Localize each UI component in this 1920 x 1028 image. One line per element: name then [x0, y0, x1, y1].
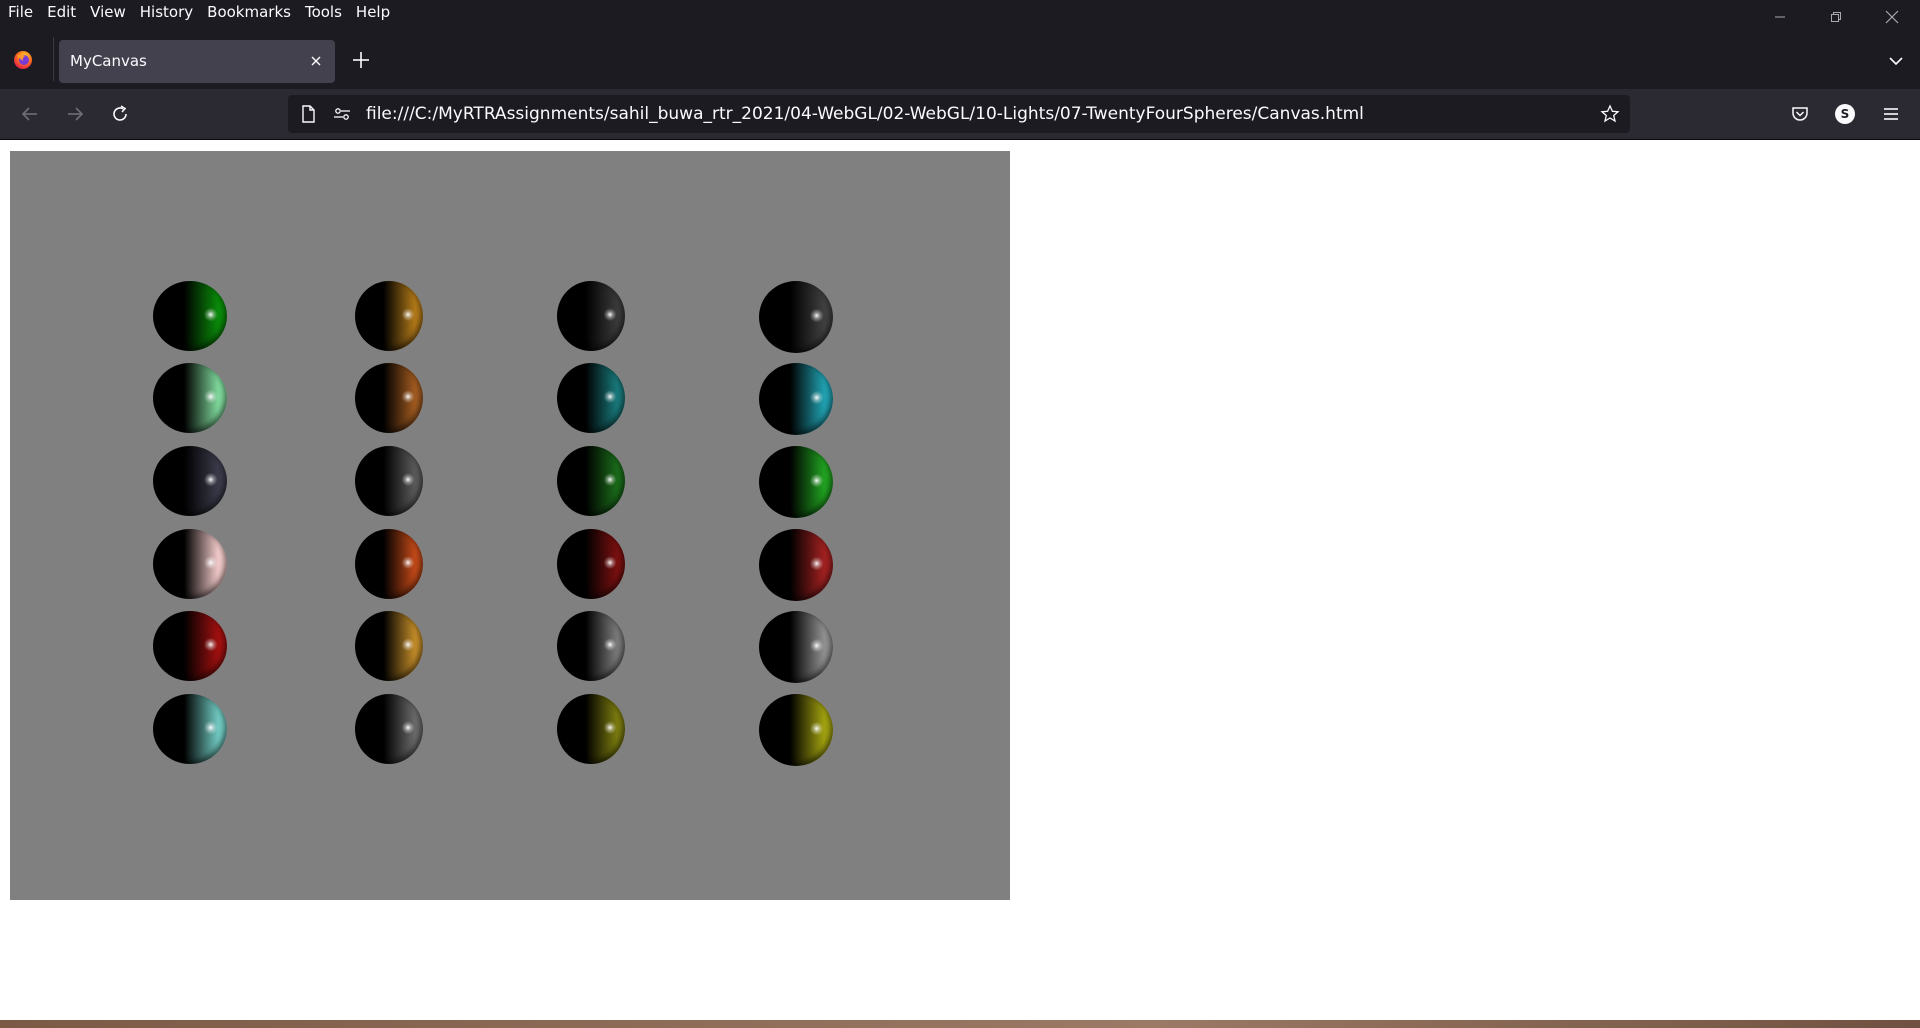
sphere-r4-c2	[355, 529, 423, 599]
close-icon	[1885, 10, 1899, 24]
sphere-r3-c1	[153, 446, 227, 516]
page-document-icon[interactable]	[298, 104, 318, 124]
sphere-r3-c4	[759, 446, 833, 518]
menu-tools[interactable]: Tools	[298, 0, 349, 27]
tab-close-icon[interactable]	[307, 52, 325, 70]
sphere-r4-c4	[759, 529, 833, 601]
pocket-icon[interactable]	[1789, 103, 1811, 125]
new-tab-icon[interactable]	[350, 49, 372, 71]
sphere-r2-c3	[557, 363, 625, 433]
page-content	[0, 140, 1920, 1020]
sphere-r6-c2	[355, 694, 423, 764]
sphere-r4-c3	[557, 529, 625, 599]
chevron-down-icon[interactable]	[1886, 51, 1906, 71]
menu-bar: File Edit View History Bookmarks Tools H…	[0, 0, 1920, 27]
sphere-r6-c3	[557, 694, 625, 764]
sphere-r1-c2	[355, 281, 423, 351]
sphere-r2-c1	[153, 363, 227, 433]
permissions-sliders-icon[interactable]	[332, 104, 352, 124]
restore-icon	[1831, 12, 1841, 22]
menu-file[interactable]: File	[0, 0, 40, 27]
firefox-logo-icon[interactable]	[13, 50, 33, 70]
menu-bookmarks[interactable]: Bookmarks	[200, 0, 298, 27]
sphere-r6-c4	[759, 694, 833, 766]
sphere-r5-c4	[759, 611, 833, 683]
forward-arrow-icon[interactable]	[64, 103, 86, 125]
sphere-r5-c2	[355, 611, 423, 681]
sphere-r3-c3	[557, 446, 625, 516]
hamburger-menu-icon[interactable]	[1880, 103, 1902, 125]
back-arrow-icon[interactable]	[19, 103, 41, 125]
sphere-r5-c3	[557, 611, 625, 681]
sphere-r4-c1	[153, 529, 227, 599]
sphere-r2-c2	[355, 363, 423, 433]
minimize-icon	[1775, 16, 1785, 18]
account-avatar[interactable]: S	[1835, 104, 1855, 124]
url-text: file:///C:/MyRTRAssignments/sahil_buwa_r…	[366, 104, 1364, 124]
sphere-r5-c1	[153, 611, 227, 681]
sphere-r2-c4	[759, 363, 833, 435]
menu-history[interactable]: History	[133, 0, 200, 27]
tab-separator	[53, 37, 54, 81]
tab-mycanvas[interactable]: MyCanvas	[59, 40, 335, 83]
menu-help[interactable]: Help	[349, 0, 397, 27]
sphere-r1-c1	[153, 281, 227, 351]
nav-bar: file:///C:/MyRTRAssignments/sahil_buwa_r…	[0, 89, 1920, 140]
sphere-r3-c2	[355, 446, 423, 516]
reload-icon[interactable]	[109, 103, 131, 125]
bookmark-star-icon[interactable]	[1600, 104, 1620, 124]
menu-items: File Edit View History Bookmarks Tools H…	[0, 0, 397, 27]
sphere-r6-c1	[153, 694, 227, 764]
menu-edit[interactable]: Edit	[40, 0, 83, 27]
menu-view[interactable]: View	[83, 0, 133, 27]
tab-bar: MyCanvas	[0, 27, 1920, 89]
webgl-canvas[interactable]	[10, 151, 1010, 900]
sphere-r1-c3	[557, 281, 625, 351]
tab-title: MyCanvas	[70, 52, 147, 70]
desktop-strip	[0, 1020, 1920, 1028]
url-bar[interactable]: file:///C:/MyRTRAssignments/sahil_buwa_r…	[288, 95, 1630, 133]
sphere-r1-c4	[759, 281, 833, 353]
